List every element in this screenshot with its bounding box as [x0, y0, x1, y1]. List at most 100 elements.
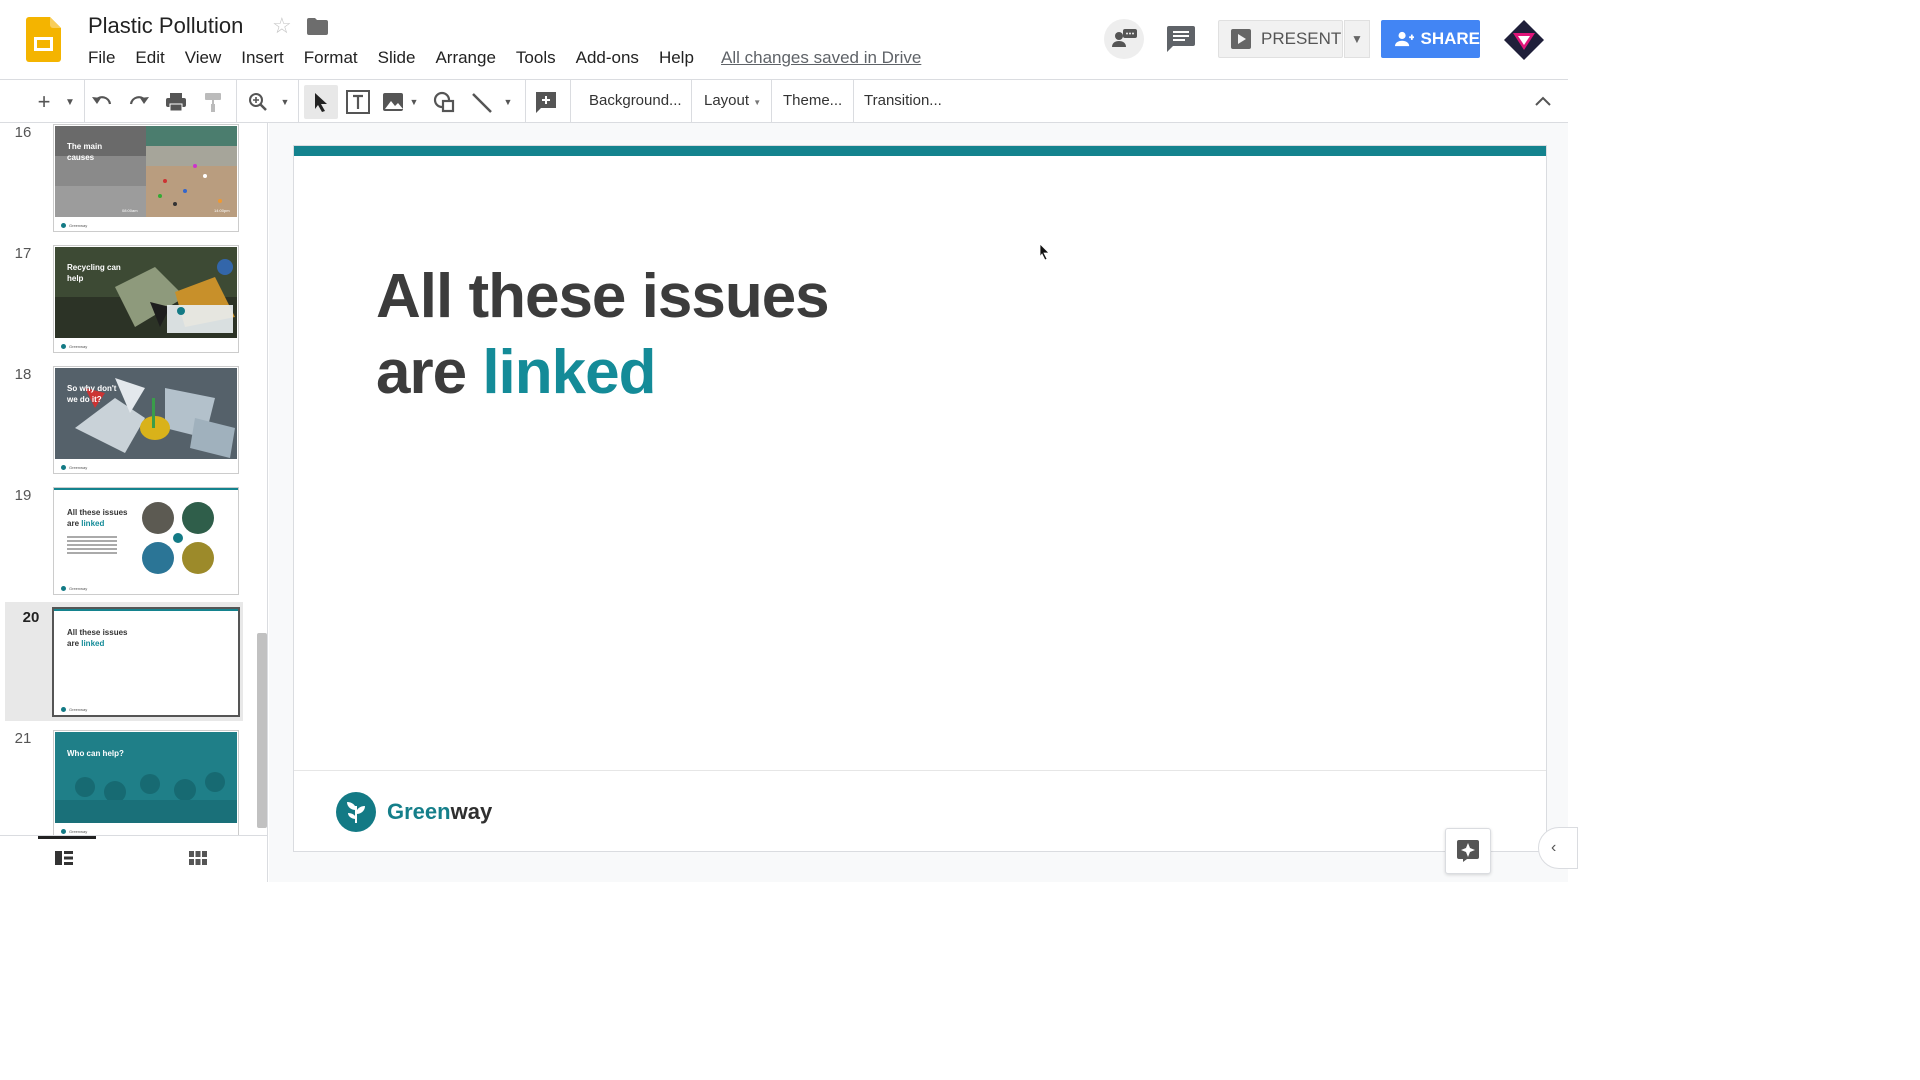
- menu-arrange[interactable]: Arrange: [435, 48, 495, 68]
- active-view-indicator: [38, 836, 96, 839]
- account-avatar[interactable]: [1503, 19, 1545, 61]
- thumb-title: The main causes: [67, 142, 103, 162]
- filmstrip-view-switcher: [0, 835, 268, 882]
- present-button[interactable]: PRESENT: [1218, 20, 1343, 58]
- slide-title-line-2: are linked: [376, 338, 657, 407]
- undo-icon[interactable]: [90, 88, 114, 116]
- plastic-waste-photo-image: [55, 368, 237, 459]
- select-tool-button[interactable]: [304, 85, 338, 119]
- print-icon[interactable]: [164, 88, 188, 116]
- slide-accent-bar: [294, 146, 1546, 156]
- slide-thumbnail[interactable]: So why don't we do it? Greenway: [53, 366, 239, 474]
- filmstrip-scrollbar[interactable]: [257, 633, 267, 828]
- slide-number: 18: [14, 366, 32, 383]
- comment-icon[interactable]: [1167, 26, 1195, 52]
- thumb-footer: Greenway: [61, 344, 87, 349]
- star-icon[interactable]: ☆: [272, 13, 292, 39]
- menu-help[interactable]: Help: [659, 48, 694, 68]
- issue-circles-image: [142, 502, 214, 574]
- thumb-time-1: 08:00am: [122, 208, 138, 213]
- menu-format[interactable]: Format: [304, 48, 358, 68]
- transition-button[interactable]: Transition...: [864, 92, 942, 109]
- present-play-icon: [1231, 29, 1251, 49]
- new-slide-plus-icon[interactable]: +: [32, 88, 56, 116]
- redo-icon[interactable]: [127, 88, 151, 116]
- menu-tools[interactable]: Tools: [516, 48, 556, 68]
- theme-button[interactable]: Theme...: [783, 92, 842, 109]
- thumb-footer: Greenway: [61, 586, 87, 591]
- zoom-dropdown-chevron-icon[interactable]: ▼: [278, 88, 292, 116]
- slide-thumbnail[interactable]: All these issues are linked Greenway: [52, 607, 240, 717]
- slide-number: 21: [14, 730, 32, 747]
- thumb-footer: Greenway: [61, 829, 87, 834]
- present-label: PRESENT: [1261, 29, 1342, 48]
- slide-thumbnail[interactable]: Who can help? Greenway: [53, 730, 239, 835]
- slide-canvas[interactable]: All these issues are linked Greenway: [293, 145, 1547, 852]
- paint-format-icon[interactable]: [201, 88, 225, 116]
- thumb-title: So why don't we do it?: [67, 384, 117, 404]
- explore-sparkle-icon: [1457, 840, 1479, 862]
- image-dropdown-chevron-icon[interactable]: ▼: [408, 88, 420, 116]
- filmstrip-slide-17[interactable]: 17 Recycling can help Greenway: [0, 239, 258, 361]
- greenway-logo-icon: [336, 792, 376, 832]
- grid-view-icon[interactable]: [189, 851, 207, 865]
- layout-label: Layout: [704, 92, 750, 109]
- document-title[interactable]: Plastic Pollution: [88, 13, 243, 39]
- folder-icon[interactable]: [307, 18, 328, 35]
- menu-insert[interactable]: Insert: [241, 48, 284, 68]
- present-dropdown-chevron-icon[interactable]: ▼: [1344, 20, 1370, 58]
- thumb-footer: Greenway: [61, 465, 87, 470]
- filmstrip-slide-19[interactable]: 19 All these issues are linked Greenway: [0, 481, 258, 603]
- slide-title-line-1: All these issues: [376, 262, 830, 331]
- slide-thumbnail[interactable]: Recycling can help Greenway: [53, 245, 239, 353]
- thumb-time-2: 14:00pm: [214, 208, 230, 213]
- brand-name: Greenway: [387, 799, 493, 824]
- layout-dropdown-chevron-icon: ▼: [753, 98, 762, 107]
- text-box-icon[interactable]: [345, 88, 371, 116]
- collapse-toolbar-chevron-up-icon[interactable]: [1532, 88, 1554, 116]
- layout-button[interactable]: Layout ▼: [704, 92, 761, 109]
- chat-button[interactable]: [1104, 19, 1144, 59]
- thumb-title: All these issues are linked: [67, 628, 128, 648]
- zoom-icon[interactable]: [246, 88, 270, 116]
- image-icon[interactable]: [381, 88, 405, 116]
- slide-number: 16: [14, 124, 32, 141]
- thumb-title: Recycling can help: [67, 263, 121, 283]
- crowd-photo-image: [55, 732, 237, 823]
- slide-number: 20: [22, 609, 40, 626]
- line-dropdown-chevron-icon[interactable]: ▼: [502, 88, 514, 116]
- background-button[interactable]: Background...: [589, 92, 682, 109]
- filmstrip-slide-16[interactable]: 16 The main causes 08:00am 14:00pm Green…: [0, 123, 258, 240]
- menu-file[interactable]: File: [88, 48, 115, 68]
- filmstrip-slide-21[interactable]: 21 Who can help? Greenway: [0, 723, 258, 835]
- toolbar: + ▼ ▼ ▼ ▼ Background... Layout ▼ Theme..…: [0, 80, 1568, 123]
- slide-thumbnail[interactable]: All these issues are linked Greenway: [53, 487, 239, 595]
- slides-logo-icon[interactable]: [26, 17, 61, 62]
- filmstrip-panel: 16 The main causes 08:00am 14:00pm Green…: [0, 123, 268, 835]
- share-button[interactable]: SHARE: [1381, 20, 1480, 58]
- new-slide-dropdown-chevron-icon[interactable]: ▼: [62, 88, 78, 116]
- slide-title-textbox[interactable]: All these issues are linked: [376, 259, 830, 411]
- line-icon[interactable]: [470, 88, 494, 116]
- shape-icon[interactable]: [431, 88, 457, 116]
- explore-button[interactable]: [1445, 828, 1491, 874]
- filmstrip-slide-20-selected[interactable]: 20 All these issues are linked Greenway: [5, 602, 243, 721]
- filmstrip-view-icon[interactable]: [55, 851, 73, 865]
- cursor-arrow-icon: [315, 93, 327, 112]
- slide-thumbnail[interactable]: The main causes 08:00am 14:00pm Greenway: [53, 124, 239, 232]
- filmstrip-slide-18[interactable]: 18 So why don't we do it? Greenway: [0, 360, 258, 482]
- recycling-photo-image: [55, 247, 237, 338]
- menu-slide[interactable]: Slide: [378, 48, 416, 68]
- menu-view[interactable]: View: [185, 48, 222, 68]
- thumb-title: Who can help?: [67, 749, 124, 758]
- slide-footer-divider: [294, 770, 1546, 771]
- menu-edit[interactable]: Edit: [135, 48, 164, 68]
- menu-addons[interactable]: Add-ons: [576, 48, 639, 68]
- chat-people-icon: [1112, 29, 1137, 47]
- thumb-title: All these issues are linked: [67, 508, 128, 528]
- add-comment-icon[interactable]: [534, 88, 558, 116]
- side-panel-toggle-chevron-left-icon[interactable]: ‹: [1538, 827, 1578, 869]
- mouse-pointer-icon: [1039, 243, 1050, 261]
- slide-number: 19: [14, 487, 32, 504]
- save-status-link[interactable]: All changes saved in Drive: [721, 48, 921, 68]
